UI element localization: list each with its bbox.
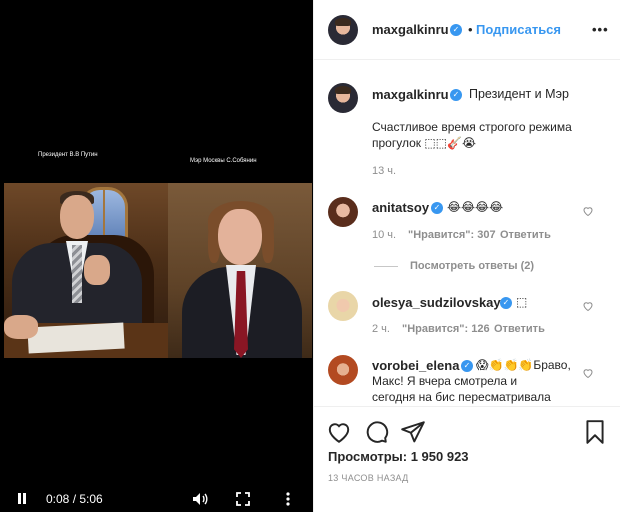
avatar[interactable] bbox=[328, 83, 358, 113]
follow-button[interactable]: Подписаться bbox=[476, 22, 561, 37]
pause-icon[interactable] bbox=[16, 492, 28, 504]
post-sidebar: maxgalkinru ✓ • Подписаться ••• maxgalki… bbox=[313, 0, 620, 512]
verified-icon: ✓ bbox=[431, 202, 443, 214]
caption-line-1: Счастливое время строгого режима bbox=[372, 120, 572, 134]
video-player[interactable]: Президент В.В Путин Мэр Москвы С.Собянин… bbox=[0, 0, 313, 512]
share-icon[interactable] bbox=[400, 419, 426, 445]
video-caption-right: Мэр Москвы С.Собянин bbox=[190, 158, 257, 164]
video-scene-left bbox=[4, 183, 168, 358]
verified-icon: ✓ bbox=[450, 89, 462, 101]
comment-text-line-1: 😱👏👏👏Браво, bbox=[476, 358, 571, 372]
like-heart-icon[interactable] bbox=[582, 205, 594, 217]
volume-icon[interactable] bbox=[192, 492, 208, 506]
verified-icon: ✓ bbox=[450, 24, 462, 36]
comment-icon[interactable] bbox=[363, 419, 389, 445]
view-replies-button[interactable]: Посмотреть ответы (2) bbox=[410, 260, 534, 272]
video-controls: 0:08 / 5:06 bbox=[0, 484, 313, 512]
comment-text: 😂😂😂😂 bbox=[447, 200, 504, 214]
like-heart-icon[interactable] bbox=[326, 419, 352, 445]
comment-text-line-2: Макс! Я вчера смотрела и bbox=[372, 374, 518, 388]
comment-likes[interactable]: "Нравится": 126 bbox=[402, 323, 490, 335]
replies-divider bbox=[374, 266, 398, 267]
caption-title: Президент и Мэр bbox=[469, 87, 570, 101]
comment-text-line-3: сегодня на бис пересматривала bbox=[372, 390, 551, 404]
post-options-icon[interactable]: ••• bbox=[592, 22, 609, 37]
avatar[interactable] bbox=[328, 197, 358, 227]
caption-time: 13 ч. bbox=[372, 165, 397, 177]
post-timestamp: 13 ЧАСОВ НАЗАД bbox=[328, 473, 409, 483]
comment-time: 10 ч. bbox=[372, 229, 397, 241]
header-separator: • bbox=[468, 22, 473, 37]
verified-icon: ✓ bbox=[500, 297, 512, 309]
comment-text: ⬚ bbox=[516, 295, 528, 309]
post-header: maxgalkinru ✓ • Подписаться ••• bbox=[314, 0, 620, 60]
comment-time: 2 ч. bbox=[372, 323, 390, 335]
avatar[interactable] bbox=[328, 15, 358, 45]
comments-list[interactable]: maxgalkinru ✓ Президент и Мэр Счастливое… bbox=[314, 61, 620, 406]
more-options-icon[interactable] bbox=[284, 491, 292, 507]
reply-button[interactable]: Ответить bbox=[500, 229, 551, 241]
like-heart-icon[interactable] bbox=[582, 300, 594, 312]
caption-line-2: прогулок ⬚⬚🎸😭 bbox=[372, 136, 476, 150]
video-scene-right bbox=[168, 183, 312, 358]
like-heart-icon[interactable] bbox=[582, 367, 594, 379]
post-actions: Просмотры: 1 950 923 13 ЧАСОВ НАЗАД bbox=[314, 406, 620, 512]
fullscreen-icon[interactable] bbox=[236, 492, 250, 506]
verified-icon: ✓ bbox=[461, 360, 473, 372]
avatar[interactable] bbox=[328, 291, 358, 321]
view-count[interactable]: Просмотры: 1 950 923 bbox=[328, 449, 469, 464]
reply-button[interactable]: Ответить bbox=[494, 323, 545, 335]
video-time: 0:08 / 5:06 bbox=[46, 492, 103, 506]
header-username[interactable]: maxgalkinru bbox=[372, 22, 449, 37]
avatar[interactable] bbox=[328, 355, 358, 385]
video-frame bbox=[4, 183, 312, 358]
comment-username[interactable]: olesya_sudzilovskaya bbox=[372, 295, 508, 310]
comment-username[interactable]: anitatsoy bbox=[372, 200, 429, 215]
bookmark-icon[interactable] bbox=[582, 419, 608, 445]
caption-username[interactable]: maxgalkinru bbox=[372, 87, 449, 102]
comment-likes[interactable]: "Нравится": 307 bbox=[408, 229, 496, 241]
comment-username[interactable]: vorobei_elena bbox=[372, 358, 459, 373]
video-caption-left: Президент В.В Путин bbox=[38, 152, 98, 158]
